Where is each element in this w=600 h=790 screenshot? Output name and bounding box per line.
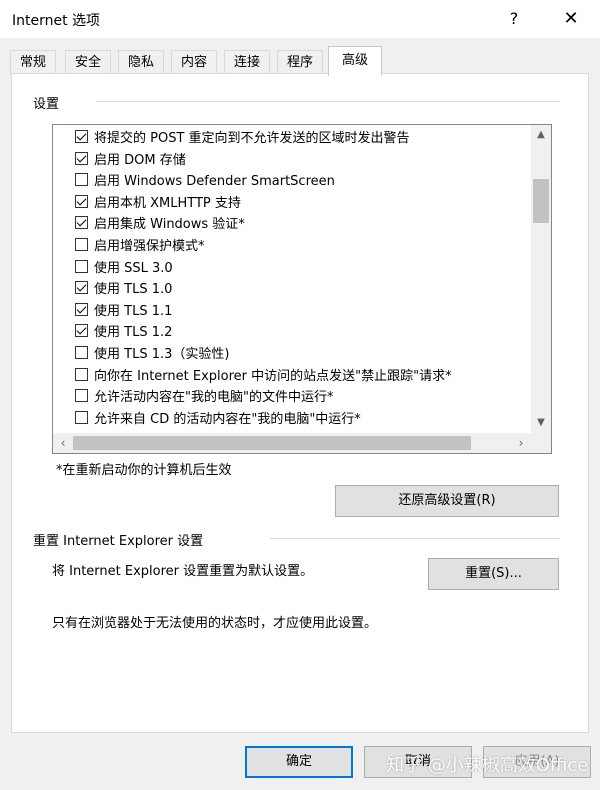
restart-note: *在重新启动你的计算机后生效 (56, 463, 232, 478)
vertical-scrollbar[interactable]: ▲ ▼ (531, 125, 551, 433)
title-bar: Internet 选项 ? ✕ (0, 0, 600, 38)
setting-label: 使用 TLS 1.2 (94, 324, 173, 340)
setting-label: 将提交的 POST 重定向到不允许发送的区域时发出警告 (94, 130, 410, 146)
checkbox-checked[interactable] (75, 215, 88, 229)
setting-item[interactable]: 允许活动内容在"我的电脑"的文件中运行* (75, 385, 333, 405)
checkbox-checked[interactable] (75, 280, 88, 294)
tab-privacy[interactable]: 隐私 (118, 50, 164, 75)
setting-item[interactable]: 使用 TLS 1.2 (75, 320, 172, 340)
scroll-up-icon[interactable]: ▲ (531, 125, 551, 145)
setting-label: 启用集成 Windows 验证* (94, 216, 245, 232)
checkbox-checked[interactable] (75, 302, 88, 316)
tab-connections[interactable]: 连接 (224, 50, 270, 75)
setting-item[interactable]: 使用 TLS 1.1 (75, 299, 172, 319)
tab-general[interactable]: 常规 (10, 50, 56, 75)
checkbox-checked[interactable] (75, 151, 88, 165)
checkbox-checked[interactable] (75, 194, 88, 208)
setting-label: 启用本机 XMLHTTP 支持 (94, 195, 241, 211)
setting-item[interactable]: 启用 Windows Defender SmartScreen (75, 169, 335, 189)
horizontal-scroll-thumb[interactable] (73, 436, 471, 450)
setting-item[interactable]: 使用 SSL 3.0 (75, 256, 173, 276)
help-icon[interactable]: ? (496, 4, 532, 34)
setting-item[interactable]: 启用增强保护模式* (75, 234, 205, 254)
settings-divider (96, 101, 560, 102)
setting-item[interactable]: 启用本机 XMLHTTP 支持 (75, 191, 241, 211)
checkbox-checked[interactable] (75, 129, 88, 143)
close-icon[interactable]: ✕ (553, 4, 589, 34)
reset-divider (270, 538, 560, 539)
setting-label: 使用 TLS 1.0 (94, 281, 173, 297)
checkbox-unchecked[interactable] (75, 237, 88, 251)
checkbox-unchecked[interactable] (75, 367, 88, 381)
setting-item[interactable]: 向你在 Internet Explorer 中访问的站点发送"禁止跟踪"请求* (75, 364, 452, 384)
settings-list[interactable]: 将提交的 POST 重定向到不允许发送的区域时发出警告 启用 DOM 存储 启用… (52, 124, 552, 454)
setting-label: 使用 TLS 1.1 (94, 303, 173, 319)
reset-group-label: 重置 Internet Explorer 设置 (33, 534, 204, 549)
setting-item[interactable]: 启用集成 Windows 验证* (75, 212, 245, 232)
scroll-left-icon[interactable]: ‹ (53, 433, 73, 453)
window-title: Internet 选项 (12, 13, 101, 29)
setting-label: 向你在 Internet Explorer 中访问的站点发送"禁止跟踪"请求* (94, 368, 452, 384)
tab-advanced[interactable]: 高级 (328, 46, 382, 76)
setting-label: 使用 SSL 3.0 (94, 260, 173, 276)
scroll-right-icon[interactable]: › (511, 433, 531, 453)
checkbox-checked[interactable] (75, 323, 88, 337)
horizontal-scrollbar[interactable]: ‹ › (53, 433, 551, 453)
checkbox-unchecked[interactable] (75, 410, 88, 424)
setting-item[interactable]: 使用 TLS 1.0 (75, 277, 172, 297)
reset-hint: 只有在浏览器处于无法使用的状态时，才应使用此设置。 (52, 616, 378, 631)
setting-label: 启用 Windows Defender SmartScreen (94, 173, 335, 189)
setting-item[interactable]: 使用 TLS 1.3（实验性) (75, 342, 229, 362)
tab-security[interactable]: 安全 (65, 50, 111, 75)
checkbox-unchecked[interactable] (75, 388, 88, 402)
setting-item[interactable]: 启用 DOM 存储 (75, 148, 186, 168)
setting-label: 使用 TLS 1.3（实验性) (94, 346, 230, 362)
vertical-scroll-thumb[interactable] (533, 179, 549, 223)
setting-item[interactable]: 允许来自 CD 的活动内容在"我的电脑"中运行* (75, 407, 361, 427)
setting-label: 允许活动内容在"我的电脑"的文件中运行* (94, 389, 334, 405)
checkbox-unchecked[interactable] (75, 345, 88, 359)
setting-label: 允许来自 CD 的活动内容在"我的电脑"中运行* (94, 411, 361, 427)
settings-list-items: 将提交的 POST 重定向到不允许发送的区域时发出警告 启用 DOM 存储 启用… (53, 125, 531, 433)
restore-advanced-button[interactable]: 还原高级设置(R) (335, 485, 559, 517)
tab-content[interactable]: 内容 (171, 50, 217, 75)
settings-group-label: 设置 (33, 97, 60, 112)
setting-item[interactable]: 将提交的 POST 重定向到不允许发送的区域时发出警告 (75, 126, 410, 146)
tab-programs[interactable]: 程序 (277, 50, 323, 75)
checkbox-unchecked[interactable] (75, 172, 88, 186)
checkbox-unchecked[interactable] (75, 259, 88, 273)
setting-label: 启用 DOM 存储 (94, 152, 186, 168)
scroll-down-icon[interactable]: ▼ (531, 413, 551, 433)
ok-button[interactable]: 确定 (245, 746, 353, 778)
scrollbar-corner (531, 433, 551, 453)
watermark: 知乎 @小辣椒高效Office (386, 755, 589, 776)
setting-label: 启用增强保护模式* (94, 238, 205, 254)
reset-button[interactable]: 重置(S)... (428, 558, 559, 590)
reset-description: 将 Internet Explorer 设置重置为默认设置。 (52, 564, 314, 579)
